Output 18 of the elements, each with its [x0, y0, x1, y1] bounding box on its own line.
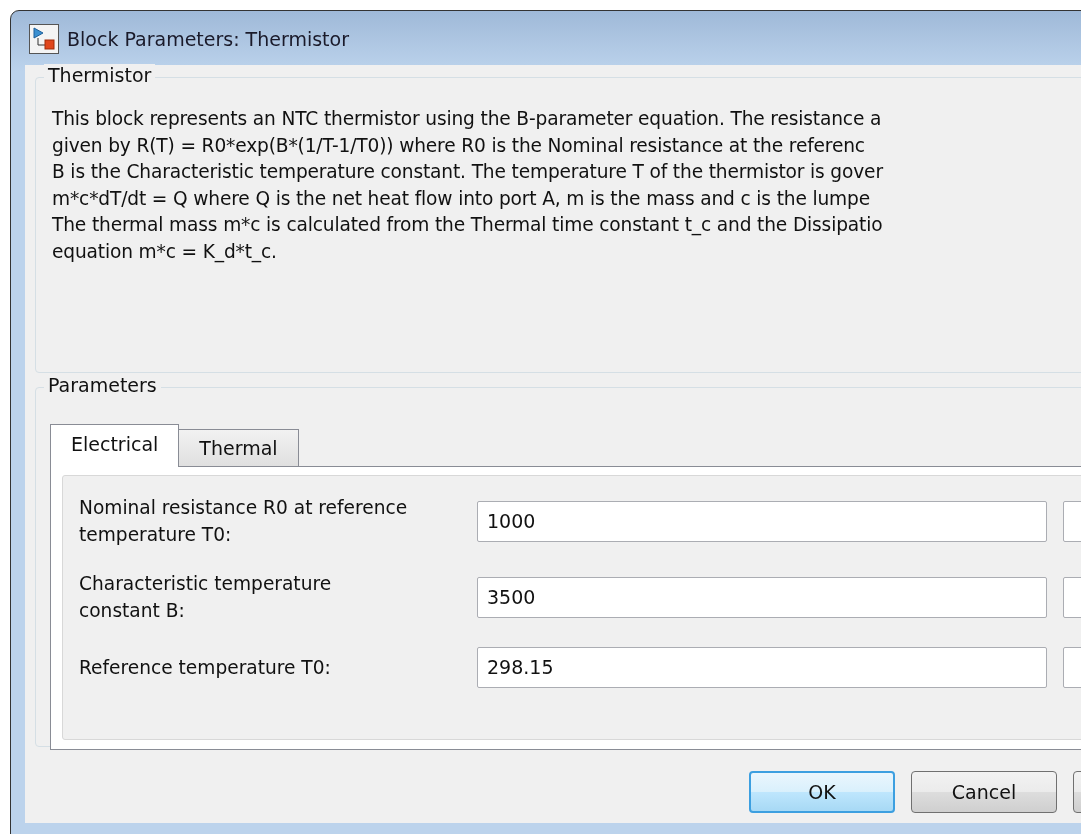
- block-diagram-icon: [29, 24, 59, 54]
- window-title: Block Parameters: Thermistor: [67, 28, 349, 50]
- dialog-button[interactable]: Cancel: [911, 771, 1057, 813]
- input-field[interactable]: 298.15: [477, 646, 1047, 688]
- tab[interactable]: Thermal: [178, 429, 299, 466]
- description-text: The thermal mass m*c is calculated from the Thermal time constant t_c and the Dissipatio: [52, 213, 884, 238]
- description-text: This block represents an NTC thermistor using the B-parameter equation. The resistance a: [52, 107, 883, 131]
- tab[interactable]: Electrical: [50, 424, 180, 467]
- description-text: equation m*c = K_d*t_c.: [52, 239, 278, 265]
- input-field[interactable]: 1000: [477, 500, 1047, 542]
- input-field[interactable]: 3500: [477, 576, 1047, 618]
- description-text: m*c*dT/dt = Q where Q is the net heat flow into port A, m is the mass and c is the lumpe: [52, 186, 871, 211]
- field-label: Characteristic temperature constant B:: [79, 572, 333, 623]
- dialog-button[interactable]: OK: [749, 771, 895, 813]
- description-text: given by R(T) = R0*exp(B*(1/T-1/T0)) where R0 is the Nominal resistance at the referenc: [52, 133, 866, 158]
- field-label: Nominal resistance R0 at reference temperature T0:: [79, 496, 409, 547]
- description-text: B is the Characteristic temperature constant. The temperature T of the thermistor is gover: [52, 160, 884, 184]
- field-label: Reference temperature T0:: [79, 655, 332, 680]
